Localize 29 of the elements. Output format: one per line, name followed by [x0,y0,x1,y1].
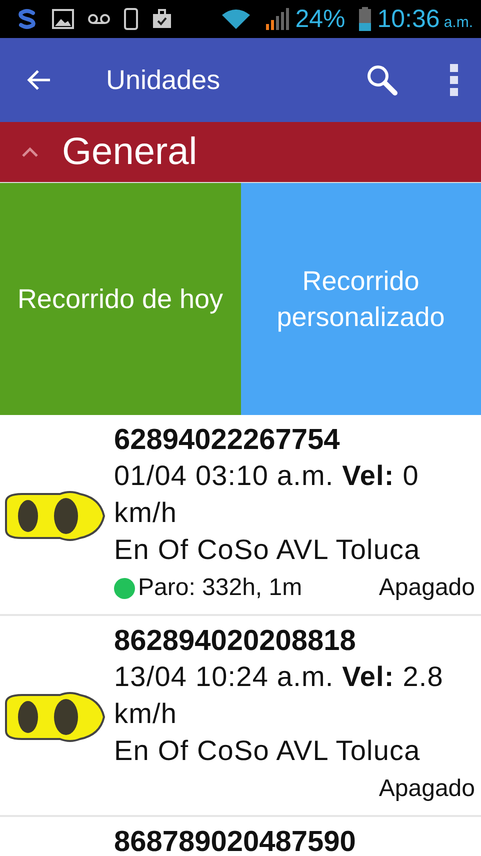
unit-detail: 01/04 03:10 a.m. Vel: 0 km/h [114,459,420,530]
ignition-state: Apagado [378,774,475,804]
unit-id: 62894022267754 [114,423,341,457]
route-tile[interactable]: Recorrido de hoy [0,183,240,415]
route-tile[interactable]: Recorrido personalizado [240,183,481,415]
screen-title: Unidades [106,64,220,96]
more-menu-button[interactable] [449,64,459,96]
search-button[interactable] [365,63,399,97]
unit-location: En Of CoSo AVL Toluca [114,734,422,768]
unit-id: 868789020487590 [114,825,357,856]
signal-icon [265,8,290,30]
voicemail-icon [88,13,110,25]
battery-percent: 24% [295,4,346,34]
wifi-icon [221,8,252,30]
section-title: General [62,130,198,174]
briefcase-icon [152,9,172,29]
unit-detail: 13/04 10:24 a.m. Vel: 2.8 km/h [114,660,444,731]
s-logo-icon [16,8,38,30]
image-icon [52,9,74,29]
phone-icon [124,8,138,30]
ignition-state: Apagado [378,573,475,603]
back-button[interactable] [26,69,52,91]
unit-location: En Of CoSo AVL Toluca [114,533,422,567]
clock-time: 10:36 [377,4,440,34]
clock-meridiem: a.m. [444,14,473,30]
unit-id: 862894020208818 [114,624,357,658]
battery-icon [359,7,372,31]
section-header[interactable]: General [0,122,481,183]
stop-duration: Paro: 332h, 1m [138,573,302,603]
